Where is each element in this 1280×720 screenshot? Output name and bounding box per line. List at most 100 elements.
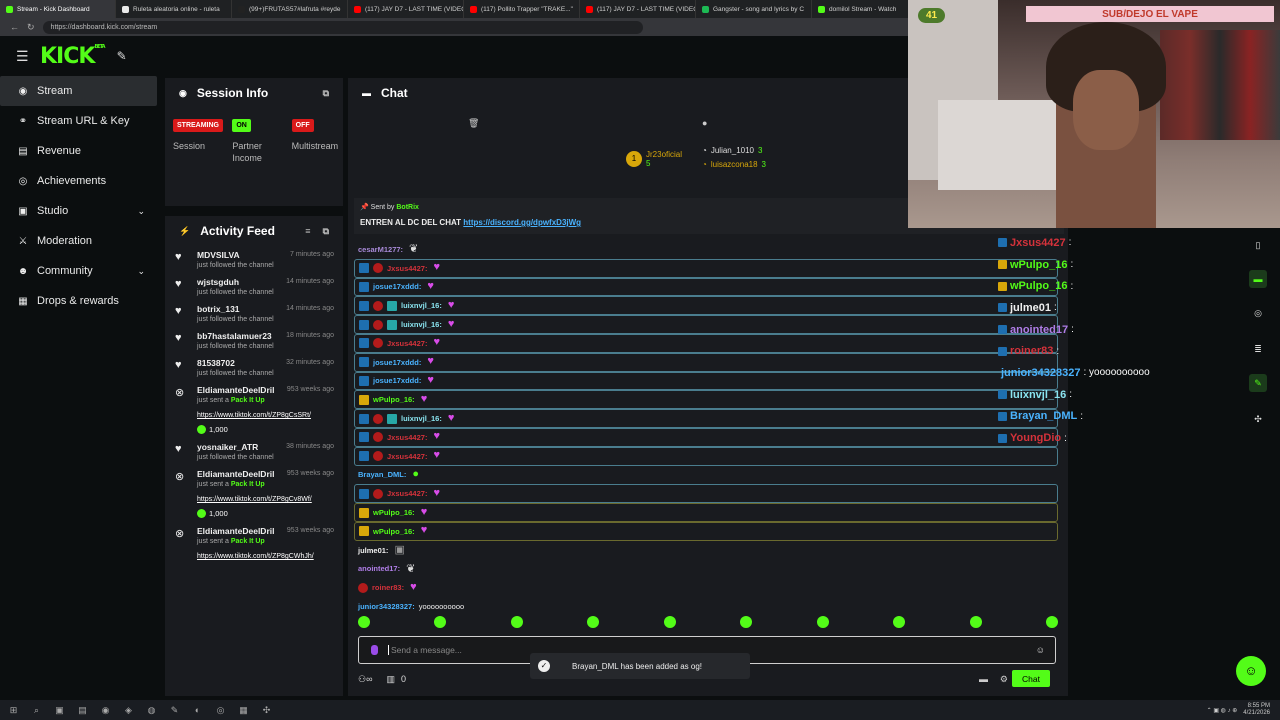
- popout-icon[interactable]: ⧉: [323, 88, 329, 99]
- sidebar-item-stream[interactable]: ◉ Stream: [0, 76, 157, 106]
- sidebar-item-studio[interactable]: ▣ Studio ⌄: [0, 196, 157, 226]
- leader-1[interactable]: 1 Jr23oficial 5: [626, 150, 682, 168]
- chat-message[interactable]: josue17xddd: ♥: [354, 371, 1058, 391]
- chat-message[interactable]: Jxsus4427: ♥: [354, 484, 1058, 504]
- users-icon[interactable]: ⚇∞: [358, 674, 372, 685]
- emote-icon[interactable]: [358, 616, 370, 628]
- chat-username[interactable]: josue17xddd:: [373, 376, 421, 385]
- leader-2[interactable]: ◔ Julian_1010 3: [702, 146, 762, 155]
- chat-username[interactable]: luixnvjl_16:: [401, 320, 442, 329]
- gift-message-link[interactable]: https://www.tiktok.com/t/ZP8gCv8Wf/: [197, 495, 333, 505]
- chat-message[interactable]: roiner83: ♥: [354, 578, 1058, 597]
- chat-username[interactable]: julme01:: [358, 546, 388, 555]
- wrench-icon[interactable]: ✎: [1249, 374, 1267, 392]
- sidebar-item-drops-rewards[interactable]: ▦ Drops & rewards: [0, 286, 157, 316]
- phone-icon[interactable]: ▯: [1249, 236, 1267, 254]
- chat-username[interactable]: Jxsus4427:: [387, 264, 427, 273]
- obs-icon[interactable]: ◎: [215, 705, 226, 716]
- chat-message[interactable]: luixnvjl_16: ♥: [354, 315, 1058, 334]
- browser-tab[interactable]: Stream - Kick Dashboard: [0, 0, 116, 18]
- chat-username[interactable]: Jxsus4427:: [387, 489, 427, 498]
- sidebar-item-revenue[interactable]: ▤ Revenue: [0, 136, 157, 166]
- gift-message-link[interactable]: https://www.tiktok.com/t/ZP8gCWhJh/: [197, 552, 333, 562]
- emote-icon[interactable]: [893, 616, 906, 628]
- store-icon[interactable]: ▥: [386, 674, 395, 685]
- filter-icon[interactable]: ≡: [305, 226, 310, 237]
- chat-username[interactable]: roiner83:: [372, 583, 404, 592]
- browser-tab[interactable]: (117) Pollito Trapper "TRAKE...": [464, 0, 580, 18]
- steam-icon[interactable]: ◍: [146, 705, 157, 716]
- emote-icon[interactable]: [587, 616, 600, 628]
- chat-username[interactable]: wPulpo_16:: [373, 395, 415, 404]
- emote-icon[interactable]: [663, 616, 676, 628]
- kick-logo[interactable]: KICKBETA: [40, 44, 106, 69]
- chat-username[interactable]: josue17xddd:: [373, 282, 421, 291]
- chat-message[interactable]: luixnvjl_16: ♥: [354, 296, 1058, 316]
- windows-start-icon[interactable]: ⊞: [8, 705, 19, 716]
- emote-icon[interactable]: [434, 616, 447, 628]
- chat-rail-icon[interactable]: ▬: [1249, 270, 1267, 288]
- sidebar-item-moderation[interactable]: ⚔ Moderation: [0, 226, 157, 256]
- chevron-down-icon[interactable]: ⌄: [137, 266, 145, 277]
- app-icon[interactable]: ◈: [123, 705, 134, 716]
- chat-username[interactable]: cesarM1277:: [358, 245, 403, 254]
- help-chat-button[interactable]: ☺: [1236, 656, 1266, 686]
- chat-username[interactable]: luixnvjl_16:: [401, 301, 442, 310]
- browser-tab[interactable]: (117) JAY D7 - LAST TIME (VIDEO: [580, 0, 696, 18]
- folder-icon[interactable]: ▤: [77, 705, 88, 716]
- chat-message[interactable]: josue17xddd: ♥: [354, 277, 1058, 297]
- chat-message[interactable]: luixnvjl_16: ♥: [354, 409, 1058, 428]
- browser-tab[interactable]: Ruleta aleatoria online - ruleta: [116, 0, 232, 18]
- emoji-icon[interactable]: ☺: [1036, 645, 1045, 655]
- browser-tab[interactable]: (99+)FRUTAS57#lafruta #reyde: [232, 0, 348, 18]
- chat-message[interactable]: wPulpo_16: ♥: [354, 390, 1058, 410]
- layers-icon[interactable]: ≣: [1249, 340, 1267, 358]
- address-bar[interactable]: https://dashboard.kick.com/stream: [42, 20, 643, 34]
- emote-icon[interactable]: [740, 616, 753, 628]
- chat-message[interactable]: wPulpo_16: ♥: [354, 503, 1058, 522]
- browser-tab[interactable]: Gangster - song and lyrics by C: [696, 0, 812, 18]
- chat-username[interactable]: luixnvjl_16:: [401, 414, 442, 423]
- terminal-icon[interactable]: ▣: [54, 705, 65, 716]
- trash-icon[interactable]: 🗑: [468, 118, 479, 129]
- hamburger-menu-icon[interactable]: ☰: [16, 48, 29, 65]
- chat-username[interactable]: josue17xddd:: [373, 358, 421, 367]
- chat-bubble-icon[interactable]: ▬: [979, 674, 988, 684]
- tray-icons[interactable]: ⌃ ▣ ◍ ♪ ⊕: [1207, 707, 1238, 714]
- chat-message[interactable]: Brayan_DML: ●: [354, 466, 1058, 485]
- sidebar-item-community[interactable]: ☻ Community ⌄: [0, 256, 157, 286]
- chat-message[interactable]: Jxsus4427: ♥: [354, 446, 1058, 466]
- chat-message[interactable]: Jxsus4427: ♥: [354, 258, 1058, 278]
- back-icon[interactable]: ←: [10, 22, 19, 32]
- chat-message[interactable]: anointed17: ❦: [354, 560, 1058, 579]
- reload-icon[interactable]: ↻: [27, 22, 35, 33]
- pin-icon[interactable]: ✎: [117, 49, 127, 63]
- gift-message-link[interactable]: https://www.tiktok.com/t/ZP8gCsSRt/: [197, 411, 333, 421]
- calendar-icon[interactable]: ▦: [238, 705, 249, 716]
- tool-icon[interactable]: ✣: [261, 705, 272, 716]
- chat-username[interactable]: Jxsus4427:: [387, 339, 427, 348]
- chat-username[interactable]: anointed17:: [358, 564, 400, 573]
- chevron-down-icon[interactable]: ⌄: [137, 206, 145, 217]
- chat-message[interactable]: julme01: ▣: [354, 541, 1058, 560]
- sidebar-item-stream-url-key[interactable]: ⚭ Stream URL & Key: [0, 106, 157, 136]
- popout-icon[interactable]: ⧉: [323, 226, 329, 237]
- emote-icon[interactable]: [1045, 616, 1058, 628]
- puzzle-icon[interactable]: ✣: [1249, 410, 1267, 428]
- sidebar-item-achievements[interactable]: ◎ Achievements: [0, 166, 157, 196]
- chat-message[interactable]: Jxsus4427: ♥: [354, 333, 1058, 353]
- chat-send-button[interactable]: Chat: [1012, 670, 1050, 687]
- radio-icon[interactable]: ◎: [1249, 304, 1267, 322]
- chat-username[interactable]: Jxsus4427:: [387, 433, 427, 442]
- mic-icon[interactable]: [371, 645, 378, 655]
- chat-message[interactable]: cesarM1277: ❦: [354, 240, 1058, 259]
- browser-tab[interactable]: (117) JAY D7 - LAST TIME (VIDEO: [348, 0, 464, 18]
- chat-username[interactable]: Jxsus4427:: [387, 452, 427, 461]
- pen-icon[interactable]: ✎: [169, 705, 180, 716]
- leader-3[interactable]: ◔ luisazcona18 3: [702, 160, 766, 169]
- search-icon[interactable]: ⌕: [31, 705, 42, 716]
- chat-message[interactable]: junior34328327: yoooooooooo: [354, 597, 1058, 616]
- discord-icon[interactable]: ◐: [192, 705, 203, 716]
- chat-message[interactable]: josue17xddd: ♥: [354, 352, 1058, 372]
- chat-username[interactable]: junior34328327:: [358, 602, 415, 611]
